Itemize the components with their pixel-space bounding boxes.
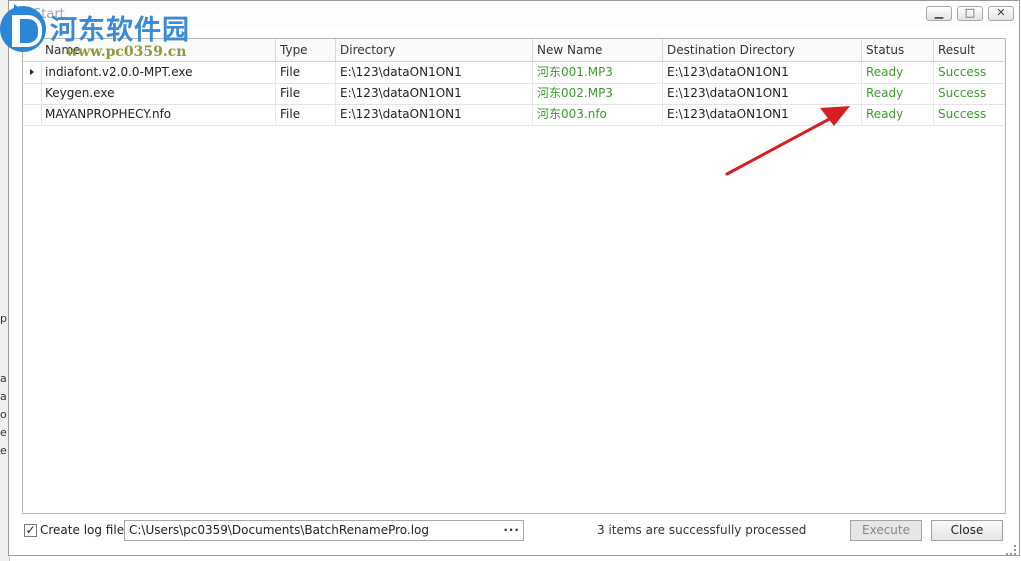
red-annotation-arrow-icon bbox=[725, 106, 850, 176]
